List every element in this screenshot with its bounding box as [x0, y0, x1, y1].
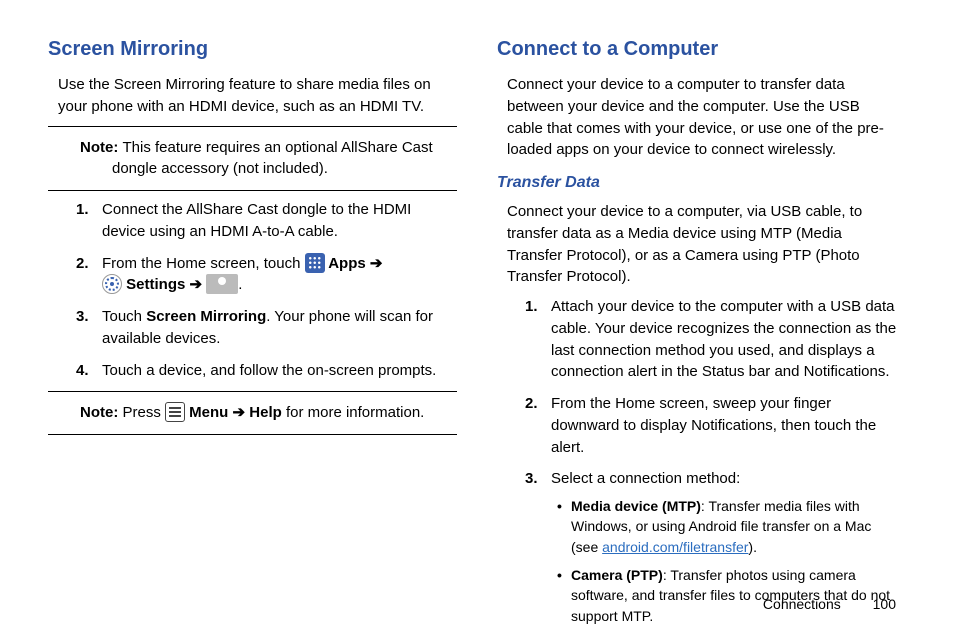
- screen-mirroring-heading: Screen Mirroring: [48, 35, 457, 64]
- divider: [48, 190, 457, 191]
- note-block-2: Note: Press Menu ➔ Help for more informa…: [48, 398, 457, 428]
- filetransfer-link[interactable]: android.com/filetransfer: [602, 539, 748, 555]
- document-columns: Screen Mirroring Use the Screen Mirrorin…: [48, 35, 906, 636]
- menu-icon: [165, 402, 185, 422]
- screen-mirroring-intro: Use the Screen Mirroring feature to shar…: [58, 74, 447, 118]
- transfer-step-1: Attach your device to the computer with …: [551, 296, 906, 383]
- connect-computer-intro: Connect your device to a computer to tra…: [507, 74, 896, 161]
- steps-list: Connect the AllShare Cast dongle to the …: [48, 199, 457, 381]
- divider: [48, 126, 457, 127]
- apps-icon: [305, 253, 325, 273]
- settings-icon: [102, 274, 122, 294]
- transfer-data-intro: Connect your device to a computer, via U…: [507, 201, 896, 288]
- step-2: From the Home screen, touch Apps ➔ Setti…: [102, 253, 457, 297]
- footer-section: Connections: [763, 596, 841, 612]
- note-block-1: Note: This feature requires an optional …: [48, 133, 457, 185]
- right-column: Connect to a Computer Connect your devic…: [497, 35, 906, 636]
- note-label: Note:: [80, 404, 123, 421]
- divider: [48, 434, 457, 435]
- divider: [48, 391, 457, 392]
- page-footer: Connections 100: [763, 594, 896, 614]
- note-text: Note: Press Menu ➔ Help for more informa…: [80, 402, 449, 424]
- footer-page-number: 100: [873, 596, 896, 612]
- note-text: Note: This feature requires an optional …: [80, 137, 449, 181]
- transfer-step-2: From the Home screen, sweep your finger …: [551, 393, 906, 458]
- connect-computer-heading: Connect to a Computer: [497, 35, 906, 64]
- step-4: Touch a device, and follow the on-screen…: [102, 360, 457, 382]
- transfer-data-subheading: Transfer Data: [497, 171, 906, 194]
- bullet-mtp: Media device (MTP): Transfer media files…: [557, 496, 900, 557]
- connections-tab-icon: [206, 274, 238, 294]
- step-1: Connect the AllShare Cast dongle to the …: [102, 199, 457, 243]
- step-3: Touch Screen Mirroring. Your phone will …: [102, 306, 457, 350]
- note-label: Note:: [80, 139, 123, 156]
- left-column: Screen Mirroring Use the Screen Mirrorin…: [48, 35, 457, 636]
- transfer-steps-list: Attach your device to the computer with …: [497, 296, 906, 626]
